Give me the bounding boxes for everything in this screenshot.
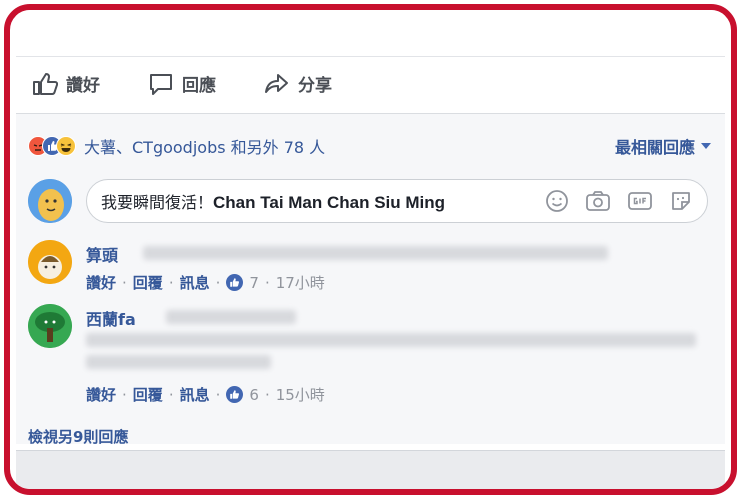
comment-action-button[interactable]: 回應 xyxy=(148,71,216,96)
comment-input-tagged-names: Chan Tai Man Chan Siu Ming xyxy=(213,193,446,212)
camera-icon[interactable] xyxy=(585,189,611,217)
blurred-comment-text xyxy=(143,246,608,260)
blurred-comment-text xyxy=(86,355,271,369)
separator-dot: · xyxy=(264,273,270,292)
comment-reply-link[interactable]: 回覆 xyxy=(133,384,163,405)
comment-sort-dropdown[interactable]: 最相關回應 xyxy=(615,134,711,158)
like-count-icon xyxy=(226,274,244,291)
comment-message-link[interactable]: 訊息 xyxy=(180,384,210,405)
comment-sort-label: 最相關回應 xyxy=(614,138,695,157)
emoji-icon[interactable] xyxy=(545,189,569,217)
comment-input-text[interactable]: 我要瞬間復活！Chan Tai Man Chan Siu Ming xyxy=(87,189,445,213)
reaction-icons xyxy=(28,136,76,156)
comment-input[interactable]: 我要瞬間復活！Chan Tai Man Chan Siu Ming xyxy=(86,179,708,223)
reaction-summary-text[interactable]: 大薯、CTgoodjobs 和另外 78 人 xyxy=(84,134,325,158)
comment-like-link[interactable]: 讚好 xyxy=(86,272,116,293)
like-action-label: 讚好 xyxy=(66,76,100,96)
share-arrow-icon xyxy=(264,72,290,96)
separator-dot: · xyxy=(168,385,174,404)
separator-dot: · xyxy=(215,385,221,404)
current-user-avatar[interactable] xyxy=(28,179,72,223)
gif-icon[interactable] xyxy=(627,189,653,217)
post-top-strip xyxy=(16,10,725,57)
like-action-button[interactable]: 讚好 xyxy=(32,71,100,96)
red-frame: 讚好 回應 分享 大薯、CTgoodjobs 和另外 78 人 最相關回應 我要… xyxy=(4,4,737,495)
bottom-bar xyxy=(16,450,725,489)
thumbs-up-icon xyxy=(32,72,58,96)
comment-meta: 讚好 · 回覆 · 訊息 · 7 · 17小時 xyxy=(86,272,325,293)
blurred-comment-text xyxy=(86,333,696,347)
separator-dot: · xyxy=(122,385,127,404)
comment-composer: 我要瞬間復活！Chan Tai Man Chan Siu Ming xyxy=(28,176,718,226)
haha-icon xyxy=(56,136,76,156)
comment-item: 算頭 讚好 · 回覆 · 訊息 · 7 · 17小時 xyxy=(28,238,718,298)
comments-section: 大薯、CTgoodjobs 和另外 78 人 最相關回應 我要瞬間復活！Chan… xyxy=(16,114,725,447)
comment-like-count[interactable]: 6 xyxy=(249,386,259,404)
commenter-name[interactable]: 算頭 xyxy=(86,242,118,266)
comment-meta: 讚好 · 回覆 · 訊息 · 6 · 15小時 xyxy=(86,384,325,405)
share-action-label: 分享 xyxy=(298,76,332,96)
comment-like-link[interactable]: 讚好 xyxy=(86,384,116,405)
dropdown-arrow-icon xyxy=(701,143,711,149)
comment-timestamp[interactable]: 17小時 xyxy=(276,272,325,293)
comment-message-link[interactable]: 訊息 xyxy=(180,272,210,293)
sticker-icon[interactable] xyxy=(669,189,693,217)
speech-bubble-icon xyxy=(148,72,174,96)
commenter-name[interactable]: 西蘭fa xyxy=(86,306,136,330)
reaction-summary[interactable]: 大薯、CTgoodjobs 和另外 78 人 xyxy=(28,134,325,158)
share-action-button[interactable]: 分享 xyxy=(264,71,332,96)
comment-action-label: 回應 xyxy=(182,76,216,96)
comment-reply-link[interactable]: 回覆 xyxy=(133,272,163,293)
separator-dot: · xyxy=(215,273,221,292)
composer-icons xyxy=(545,189,693,217)
action-bar: 讚好 回應 分享 xyxy=(16,57,725,114)
like-count-icon xyxy=(226,386,244,403)
separator-dot: · xyxy=(168,273,174,292)
separator-dot: · xyxy=(122,273,127,292)
comment-timestamp[interactable]: 15小時 xyxy=(276,384,325,405)
comment-like-count[interactable]: 7 xyxy=(249,274,259,292)
separator-dot: · xyxy=(264,385,270,404)
blurred-comment-text xyxy=(166,310,296,324)
commenter-avatar[interactable] xyxy=(28,304,72,348)
comment-item: 西蘭fa 讚好 · 回覆 · 訊息 · 6 · 15小時 xyxy=(28,302,718,405)
commenter-avatar[interactable] xyxy=(28,240,72,284)
view-more-comments-link[interactable]: 檢視另9則回應 xyxy=(28,426,128,447)
comment-input-prefix: 我要瞬間復活！ xyxy=(101,193,214,212)
post-panel: 讚好 回應 分享 大薯、CTgoodjobs 和另外 78 人 最相關回應 我要… xyxy=(16,10,725,489)
